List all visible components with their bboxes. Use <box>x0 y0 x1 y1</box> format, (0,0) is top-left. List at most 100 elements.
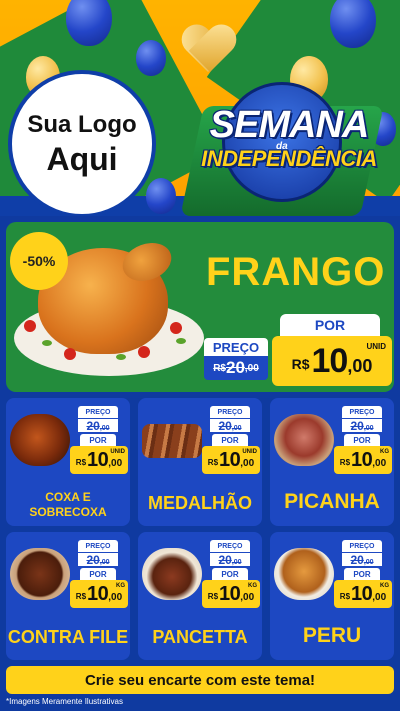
price-unit: KG <box>380 583 389 589</box>
new-price-integer: 10 <box>311 341 349 380</box>
old-price-integer: 20 <box>218 419 232 433</box>
old-price: 20,00 <box>342 418 382 433</box>
featured-product-name: FRANGO <box>206 250 386 294</box>
old-price-integer: 20 <box>218 553 232 567</box>
price-decimal: ,00 <box>372 457 387 469</box>
tomato-garnish <box>138 346 150 358</box>
now-price-label: POR <box>344 568 380 580</box>
tomato-garnish <box>170 322 182 334</box>
disclaimer-footnote: *Imagens Meramente Ilustrativas <box>6 697 123 706</box>
old-price-currency: R$ <box>213 362 226 374</box>
price-integer: 10 <box>87 448 109 471</box>
header-banner: Sua Logo Aqui SEMANA da INDEPENDÊNCIA <box>0 0 400 216</box>
price-integer: 10 <box>87 582 109 605</box>
old-price-integer: 20 <box>350 553 364 567</box>
old-price-integer: 20 <box>225 358 245 377</box>
old-price-decimal: ,00 <box>363 559 374 566</box>
offers-area: -50% FRANGO POR PREÇO R$ 20 ,00 R$ 10 ,0… <box>0 216 400 711</box>
old-price-decimal: ,00 <box>231 559 242 566</box>
price-integer: 10 <box>219 448 241 471</box>
pancetta-image <box>142 548 202 600</box>
herb-garnish <box>176 338 186 344</box>
new-price-unit: UNID <box>366 342 386 351</box>
old-price: 20,00 <box>210 418 250 433</box>
price-integer: 10 <box>351 448 373 471</box>
tomato-garnish <box>64 348 76 360</box>
new-price: R$ 10 ,00 KG <box>70 580 128 608</box>
price-decimal: ,00 <box>108 457 123 469</box>
old-price-decimal: ,00 <box>231 425 242 432</box>
now-price-label: POR <box>80 568 116 580</box>
price-currency: R$ <box>339 457 351 467</box>
old-price: 20,00 <box>78 552 118 567</box>
new-price: R$ 10 ,00 UNID <box>70 446 128 474</box>
new-price-currency: R$ <box>291 356 310 372</box>
tomato-garnish <box>24 320 36 332</box>
product-card[interactable]: PREÇO 20,00 POR R$ 10 ,00 KG PERU <box>270 532 394 660</box>
herb-garnish <box>42 340 52 346</box>
old-price-integer: 20 <box>86 419 100 433</box>
product-card[interactable]: PREÇO 20,00 POR R$ 10 ,00 KG PANCETTA <box>138 532 262 660</box>
now-price-label: POR <box>344 434 380 446</box>
product-card[interactable]: PREÇO 20,00 POR R$ 10 ,00 KG PICANHA <box>270 398 394 526</box>
heart-balloon-icon <box>180 26 236 78</box>
logo-line-1: Sua Logo <box>27 110 137 138</box>
roast-turkey-image <box>274 548 334 600</box>
discount-label: -50% <box>22 253 56 269</box>
price-unit: KG <box>116 583 125 589</box>
before-price-label: PREÇO <box>210 406 250 418</box>
now-price-label: POR <box>212 568 248 580</box>
picanha-board-image <box>274 414 334 466</box>
price-currency: R$ <box>207 457 219 467</box>
price-unit: UNID <box>242 449 257 455</box>
old-price-integer: 20 <box>350 419 364 433</box>
product-name: PICANHA <box>284 490 380 513</box>
product-name: CONTRA FILE <box>7 627 129 647</box>
now-price-label: POR <box>280 314 380 336</box>
price-currency: R$ <box>75 591 87 601</box>
before-price-label: PREÇO <box>342 540 382 552</box>
product-card[interactable]: PREÇO 20,00 POR R$ 10 ,00 KG CONTRA FILE <box>6 532 130 660</box>
balloon-icon <box>136 40 166 76</box>
old-price-decimal: ,00 <box>363 425 374 432</box>
old-price: 20,00 <box>78 418 118 433</box>
new-price: R$ 10 ,00 KG <box>202 580 260 608</box>
product-name: PANCETTA <box>152 627 248 647</box>
old-price: 20,00 <box>342 552 382 567</box>
before-price-label: PREÇO <box>204 338 268 356</box>
old-price: R$ 20 ,00 <box>204 356 268 380</box>
new-price: R$ 10 ,00 UNID <box>272 336 392 386</box>
steak-image <box>10 548 70 600</box>
price-decimal: ,00 <box>108 591 123 603</box>
before-price-label: PREÇO <box>78 540 118 552</box>
product-name: PERU <box>302 624 362 647</box>
old-price-integer: 20 <box>86 553 100 567</box>
create-flyer-button[interactable]: Crie seu encarte com este tema! <box>6 666 394 694</box>
product-card[interactable]: PREÇO 20,00 POR R$ 10 ,00 UNID MEDALHÃO <box>138 398 262 526</box>
product-name: MEDALHÃO <box>148 493 252 513</box>
price-decimal: ,00 <box>240 591 255 603</box>
new-price: R$ 10 ,00 KG <box>334 580 392 608</box>
herb-garnish <box>116 354 126 360</box>
price-currency: R$ <box>75 457 87 467</box>
before-price-label: PREÇO <box>342 406 382 418</box>
logo-line-2: Aqui <box>46 140 118 177</box>
old-price: 20,00 <box>210 552 250 567</box>
now-price-label: POR <box>80 434 116 446</box>
now-price-label: POR <box>212 434 248 446</box>
price-unit: UNID <box>110 449 125 455</box>
price-decimal: ,00 <box>240 457 255 469</box>
price-currency: R$ <box>339 591 351 601</box>
price-decimal: ,00 <box>372 591 387 603</box>
product-card[interactable]: PREÇO 20,00 POR R$ 10 ,00 UNID COXA E SO… <box>6 398 130 526</box>
old-price-decimal: ,00 <box>99 559 110 566</box>
old-price-decimal: ,00 <box>244 362 259 374</box>
price-integer: 10 <box>351 582 373 605</box>
old-price-decimal: ,00 <box>99 425 110 432</box>
logo-placeholder: Sua Logo Aqui <box>8 70 156 216</box>
theme-subtitle: INDEPENDÊNCIA <box>201 146 377 171</box>
before-price-label: PREÇO <box>210 540 250 552</box>
discount-badge: -50% <box>14 236 64 286</box>
featured-offer[interactable]: -50% FRANGO POR PREÇO R$ 20 ,00 R$ 10 ,0… <box>6 222 394 392</box>
new-price: R$ 10 ,00 KG <box>334 446 392 474</box>
